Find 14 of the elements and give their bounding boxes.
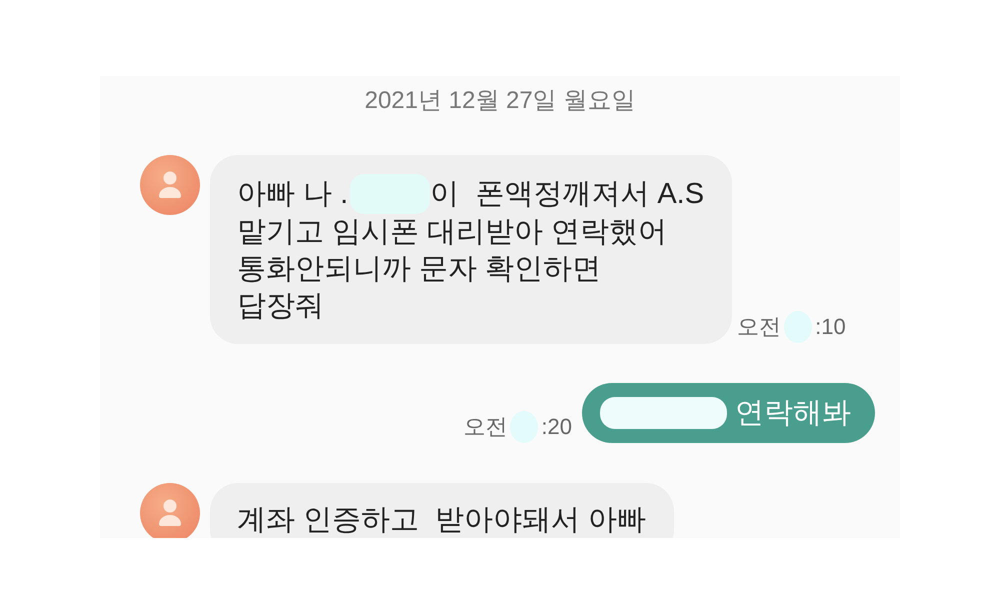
date-header: 2021년 12월 27일 월요일: [364, 86, 636, 116]
timestamp: :20: [541, 413, 572, 441]
avatar-icon: [140, 483, 200, 538]
message-text: 계좌 인증하고 받아야돼서 아빠: [237, 503, 646, 538]
message-text: 연락해봐: [735, 396, 851, 430]
message-text: 아빠 나 .: [237, 176, 348, 212]
message-text: 맡기고 임시폰 대리받아 연락했어: [237, 215, 668, 250]
timestamp: :10: [815, 313, 846, 341]
message-text: 답장줘: [237, 289, 324, 324]
message-text: 이 폰액정깨져서 A.S: [430, 176, 704, 212]
timestamp: 오전: [463, 413, 508, 441]
avatar-icon: [140, 155, 200, 215]
timestamp: 오전: [737, 313, 782, 341]
message-text: 통화안되니까 문자 확인하면: [237, 252, 602, 287]
